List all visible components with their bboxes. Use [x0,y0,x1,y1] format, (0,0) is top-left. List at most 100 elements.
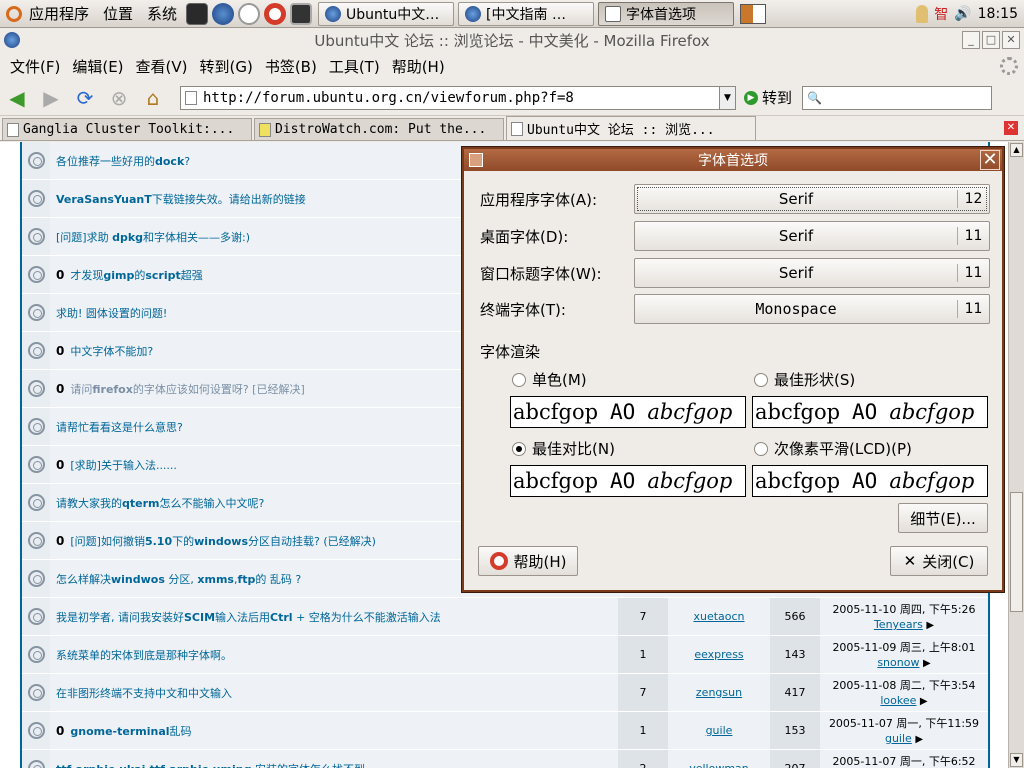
author-link[interactable]: xuetaocn [668,598,770,635]
menu-bookmarks[interactable]: 书签(B) [259,56,323,77]
menu-edit[interactable]: 编辑(E) [66,56,129,77]
topic-title: ttf-arphic-ukai,ttf-arphic-uming 安装的字体怎么… [56,761,365,768]
details-button[interactable]: 细节(E)... [898,503,988,533]
topic-link[interactable]: 我是初学者, 请问我安装好SCIM输入法后用Ctrl + 空格为什么不能激活输入… [50,598,618,635]
best-contrast-sample[interactable]: abcfgop AO abcfgop [510,465,746,497]
close-button[interactable]: ✕ 关闭(C) [890,546,988,576]
window-title-font-button[interactable]: Serif 11 [634,258,990,288]
top-panel: 应用程序 位置 系统 Ubuntu中文… [中文指南 … 字体首选项 智 🔊 1… [0,0,1024,28]
dialog-titlebar: 字体首选项 ✕ [464,149,1002,171]
page-icon [7,122,19,137]
best-shapes-radio[interactable]: 最佳形状(S) [754,369,855,390]
font-size: 11 [957,227,989,245]
tab-ganglia[interactable]: Ganglia Cluster Toolkit:... [2,118,252,140]
clock-launcher-icon[interactable] [238,2,261,25]
author-link[interactable]: zengsun [668,674,770,711]
close-window-button[interactable]: ✕ [1002,31,1020,49]
table-row: 0 gnome-terminal乱码 1 guile 153 2005-11-07 周一,… [22,712,988,750]
topic-title: VeraSansYuanT下载链接失效。请给出新的链接 [56,192,306,206]
panel-menu-places[interactable]: 位置 [96,3,140,24]
terminal-font-button[interactable]: Monospace 11 [634,294,990,324]
url-dropdown-button[interactable]: ▼ [720,85,736,110]
taskbar-item-firefox[interactable]: Ubuntu中文… [318,1,455,26]
tab-distrowatch[interactable]: DistroWatch.com: Put the... [254,118,504,140]
goto-last-post-icon[interactable]: ▶ [923,658,931,669]
back-icon[interactable]: ◀ [4,85,30,111]
home-icon[interactable]: ⌂ [140,85,166,111]
table-row: 系统菜单的宋体到底是那种字体啊。 1 eexpress 143 2005-11-09 周… [22,636,988,674]
dialog-close-icon[interactable]: ✕ [980,150,1000,170]
sticky-marker: 0 [56,533,65,548]
terminal-launcher-icon[interactable] [186,2,209,25]
url-field[interactable]: http://forum.ubuntu.org.cn/viewforum.php… [180,85,720,110]
scroll-thumb[interactable] [1010,492,1023,612]
topic-title: 才发现gimp的script超强 [70,268,203,282]
stop-icon[interactable]: ⊗ [106,85,132,111]
last-post-user[interactable]: Tenyears [874,618,923,631]
goto-last-post-icon[interactable]: ▶ [915,734,923,745]
menu-help[interactable]: 帮助(H) [386,56,451,77]
tab-ubuntu-forum[interactable]: Ubuntu中文 论坛 :: 浏览... [506,116,756,140]
last-post: 2005-11-07 周一, 下午6:52 [820,750,988,768]
sticky-marker: 0 [56,723,65,738]
scroll-up-icon[interactable]: ▲ [1010,143,1023,157]
font-name: Serif [778,264,814,282]
goto-last-post-icon[interactable]: ▶ [920,696,928,707]
go-button[interactable]: ▶ 转到 [744,87,792,108]
taskbar-item-guide[interactable]: [中文指南 … [458,1,595,26]
screenshot-launcher-icon[interactable] [290,2,313,25]
topic-link[interactable]: 系统菜单的宋体到底是那种字体啊。 [50,636,618,673]
panel-menu-system[interactable]: 系统 [140,3,184,24]
clock[interactable]: 18:15 [978,6,1018,22]
subpixel-smoothing-radio[interactable]: 次像素平滑(LCD)(P) [754,438,912,459]
desktop-font-row: 桌面字体(D): Serif 11 [480,221,990,251]
topic-link[interactable]: 0 gnome-terminal乱码 [50,712,618,749]
volume-icon[interactable]: 🔊 [954,6,971,22]
search-input[interactable]: 🔍 [802,85,993,110]
author-link[interactable]: eexpress [668,636,770,673]
close-tab-icon[interactable]: ✕ [1004,121,1018,135]
input-method-icon[interactable]: 智 [934,4,948,24]
menu-go[interactable]: 转到(G) [194,56,259,77]
monochrome-radio[interactable]: 单色(M) [512,369,587,390]
topic-link[interactable]: ttf-arphic-ukai,ttf-arphic-uming 安装的字体怎么… [50,750,618,768]
topic-title: 求助! 圆体设置的问题! [56,306,168,320]
author-link[interactable]: yellowman [668,750,770,768]
panel-menu-applications[interactable]: 应用程序 [22,3,96,24]
help-button[interactable]: 帮助(H) [478,546,578,576]
ubuntu-logo-icon[interactable] [6,5,22,22]
author-link[interactable]: guile [668,712,770,749]
last-post-user[interactable]: snonow [877,656,919,669]
last-post-date: 2005-11-10 周四, 下午5:26 [832,603,976,616]
page-scrollbar[interactable]: ▲ ▼ [1008,142,1024,768]
workspace-switcher[interactable] [740,3,767,24]
goto-last-post-icon[interactable]: ▶ [926,620,934,631]
scroll-down-icon[interactable]: ▼ [1010,753,1023,767]
reload-icon[interactable]: ⟳ [72,85,98,111]
taskbar-item-font-preferences[interactable]: 字体首选项 [598,1,735,26]
minimize-button[interactable]: _ [962,31,980,49]
help-launcher-icon[interactable] [264,2,287,25]
topic-link[interactable]: 在非图形终端不支持中文和中文输入 [50,674,618,711]
application-font-button[interactable]: Serif 12 [634,184,990,214]
topic-title: 系统菜单的宋体到底是那种字体啊。 [56,648,232,662]
menu-tools[interactable]: 工具(T) [323,56,386,77]
user-icon[interactable] [916,4,929,23]
reply-count: 7 [618,598,668,635]
maximize-button[interactable]: □ [982,31,1000,49]
firefox-launcher-icon[interactable] [212,2,235,25]
forward-icon[interactable]: ▶ [38,85,64,111]
menu-view[interactable]: 查看(V) [130,56,194,77]
best-shapes-sample[interactable]: abcfgop AO abcfgop [752,396,988,428]
best-contrast-radio[interactable]: 最佳对比(N) [512,438,615,459]
table-row: ttf-arphic-ukai,ttf-arphic-uming 安装的字体怎么… [22,750,988,768]
last-post-user[interactable]: lookee [880,694,916,707]
last-post-user[interactable]: guile [885,732,912,745]
desktop-font-button[interactable]: Serif 11 [634,221,990,251]
last-post: 2005-11-09 周三, 上午8:01 snonow ▶ [820,636,988,673]
firefox-icon [465,5,482,22]
menu-file[interactable]: 文件(F) [4,56,66,77]
monochrome-sample[interactable]: abcfgop AO abcfgop [510,396,746,428]
subpixel-smoothing-sample[interactable]: abcfgop AO abcfgop [752,465,988,497]
font-preferences-icon [605,5,622,22]
